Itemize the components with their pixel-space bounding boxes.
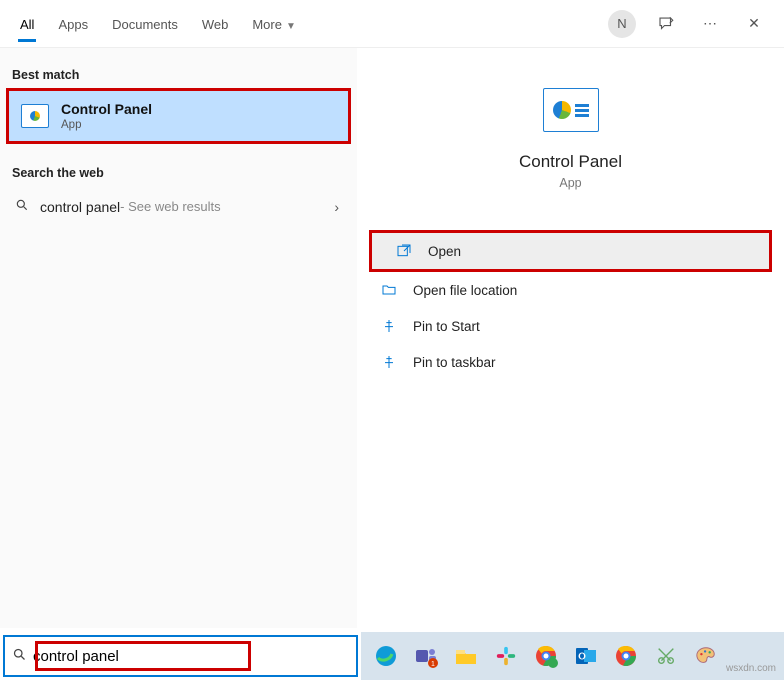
- preview-panel: Control Panel App Open Open file locatio…: [357, 48, 784, 628]
- taskbar: 1: [361, 632, 784, 680]
- watermark: wsxdn.com: [726, 663, 776, 674]
- search-web-label: Search the web: [0, 158, 357, 186]
- taskbar-paint-icon[interactable]: [687, 638, 725, 674]
- taskbar-explorer-icon[interactable]: [447, 638, 485, 674]
- search-input[interactable]: [33, 637, 356, 675]
- svg-text:1: 1: [431, 661, 435, 668]
- control-panel-icon-large: [543, 88, 599, 132]
- taskbar-slack-icon[interactable]: [487, 638, 525, 674]
- action-pin-taskbar[interactable]: Pin to taskbar: [357, 344, 784, 380]
- web-hint: - See web results: [120, 199, 220, 214]
- results-panel: Best match Control Panel App Search the …: [0, 48, 357, 628]
- feedback-icon[interactable]: [650, 8, 682, 40]
- taskbar-snip-icon[interactable]: [647, 638, 685, 674]
- action-open-location[interactable]: Open file location: [357, 272, 784, 308]
- close-icon[interactable]: ✕: [738, 8, 770, 40]
- tab-more[interactable]: More▼: [240, 5, 308, 42]
- tab-documents[interactable]: Documents: [100, 5, 190, 42]
- filter-tabs: All Apps Documents Web More▼ N ⋯ ✕: [0, 0, 784, 48]
- tab-web[interactable]: Web: [190, 5, 241, 42]
- search-icon: [5, 647, 33, 665]
- chevron-right-icon: ›: [334, 199, 345, 215]
- control-panel-icon: [21, 104, 49, 128]
- action-open-label: Open: [428, 244, 461, 259]
- best-match-label: Best match: [0, 60, 357, 88]
- bottom-bar: 1: [0, 632, 784, 680]
- preview-title: Control Panel: [357, 152, 784, 172]
- web-query: control panel: [40, 199, 120, 215]
- taskbar-chrome2-icon[interactable]: [607, 638, 645, 674]
- web-result[interactable]: control panel - See web results ›: [0, 186, 357, 227]
- action-open[interactable]: Open: [369, 230, 772, 272]
- pin-icon: [381, 318, 397, 334]
- search-icon: [12, 198, 32, 215]
- action-pin-start-label: Pin to Start: [413, 319, 480, 334]
- taskbar-chrome-icon[interactable]: [527, 638, 565, 674]
- search-box[interactable]: [3, 635, 358, 677]
- more-options-icon[interactable]: ⋯: [694, 8, 726, 40]
- action-pin-start[interactable]: Pin to Start: [357, 308, 784, 344]
- preview-subtitle: App: [357, 176, 784, 190]
- action-open-location-label: Open file location: [413, 283, 517, 298]
- action-pin-taskbar-label: Pin to taskbar: [413, 355, 496, 370]
- result-title: Control Panel: [61, 101, 152, 117]
- chevron-down-icon: ▼: [286, 21, 296, 32]
- taskbar-teams-icon[interactable]: 1: [407, 638, 445, 674]
- tab-apps[interactable]: Apps: [46, 5, 100, 42]
- open-icon: [396, 243, 412, 259]
- folder-icon: [381, 282, 397, 298]
- best-match-result[interactable]: Control Panel App: [6, 88, 351, 144]
- user-avatar[interactable]: N: [608, 10, 636, 38]
- pin-icon: [381, 354, 397, 370]
- taskbar-outlook-icon[interactable]: [567, 638, 605, 674]
- taskbar-edge-icon[interactable]: [367, 638, 405, 674]
- tab-all[interactable]: All: [8, 5, 46, 42]
- result-subtitle: App: [61, 119, 152, 131]
